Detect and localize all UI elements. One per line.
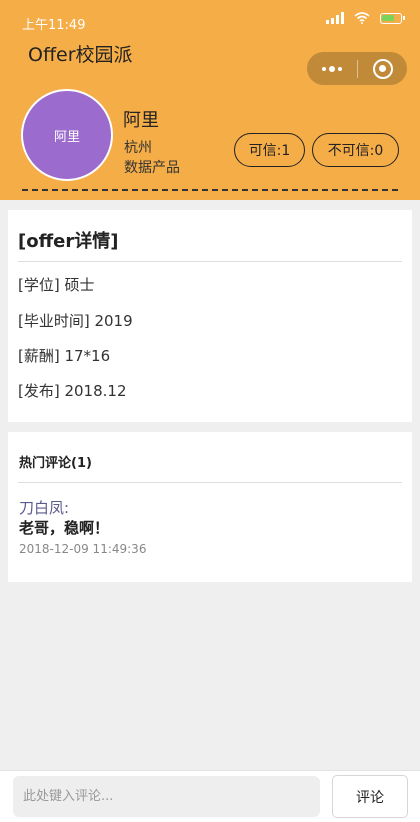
noncredible-button[interactable]: 不可信:0 — [312, 133, 399, 167]
detail-row-graduation: [毕业时间] 2019 — [18, 312, 133, 330]
target-icon — [372, 58, 393, 79]
comments-title: 热门评论(1) — [19, 456, 92, 471]
status-icons — [326, 12, 405, 24]
close-miniprogram-button[interactable] — [358, 52, 407, 85]
credible-label: 可信:1 — [248, 143, 291, 159]
header-dashed-divider — [22, 189, 398, 191]
avatar[interactable]: 阿里 — [21, 89, 113, 181]
user-name: 阿里 — [123, 110, 159, 131]
detail-row-salary: [薪酬] 17*16 — [18, 347, 111, 365]
detail-row-published: [发布] 2018.12 — [18, 382, 127, 400]
submit-comment-button[interactable]: 评论 — [332, 775, 408, 818]
comment-author[interactable]: 刀白凤: — [19, 497, 69, 518]
status-time: 上午11:49 — [22, 18, 86, 33]
battery-icon — [380, 12, 405, 24]
header: 上午11:49 Offer校园派 阿里 阿里 杭州 数据产品 可信:1 不可信:… — [0, 0, 420, 200]
credible-button[interactable]: 可信:1 — [234, 133, 305, 167]
offer-detail-card: [offer详情] [学位] 硕士 [毕业时间] 2019 [薪酬] 17*16… — [8, 210, 412, 422]
status-bar: 上午11:49 — [0, 0, 420, 34]
signal-icon — [326, 12, 344, 24]
comments-card: 热门评论(1) 刀白凤: 老哥，稳啊！ 2018-12-09 11:49:36 — [8, 432, 412, 582]
comment-text: 老哥，稳啊！ — [19, 519, 110, 537]
detail-divider — [18, 261, 402, 262]
user-role: 数据产品 — [124, 160, 180, 176]
app-title: Offer校园派 — [28, 44, 133, 66]
miniprogram-capsule — [307, 52, 407, 85]
noncredible-label: 不可信:0 — [327, 143, 384, 159]
detail-title: [offer详情] — [18, 231, 119, 252]
more-icon[interactable] — [307, 52, 357, 85]
comments-divider — [18, 482, 402, 483]
detail-row-degree: [学位] 硕士 — [18, 276, 95, 294]
comment-time: 2018-12-09 11:49:36 — [19, 542, 147, 556]
user-city: 杭州 — [124, 140, 152, 156]
wifi-icon — [354, 12, 370, 24]
comment-bar: 评论 — [0, 770, 420, 822]
comment-input[interactable] — [13, 776, 320, 817]
avatar-text: 阿里 — [53, 129, 80, 145]
